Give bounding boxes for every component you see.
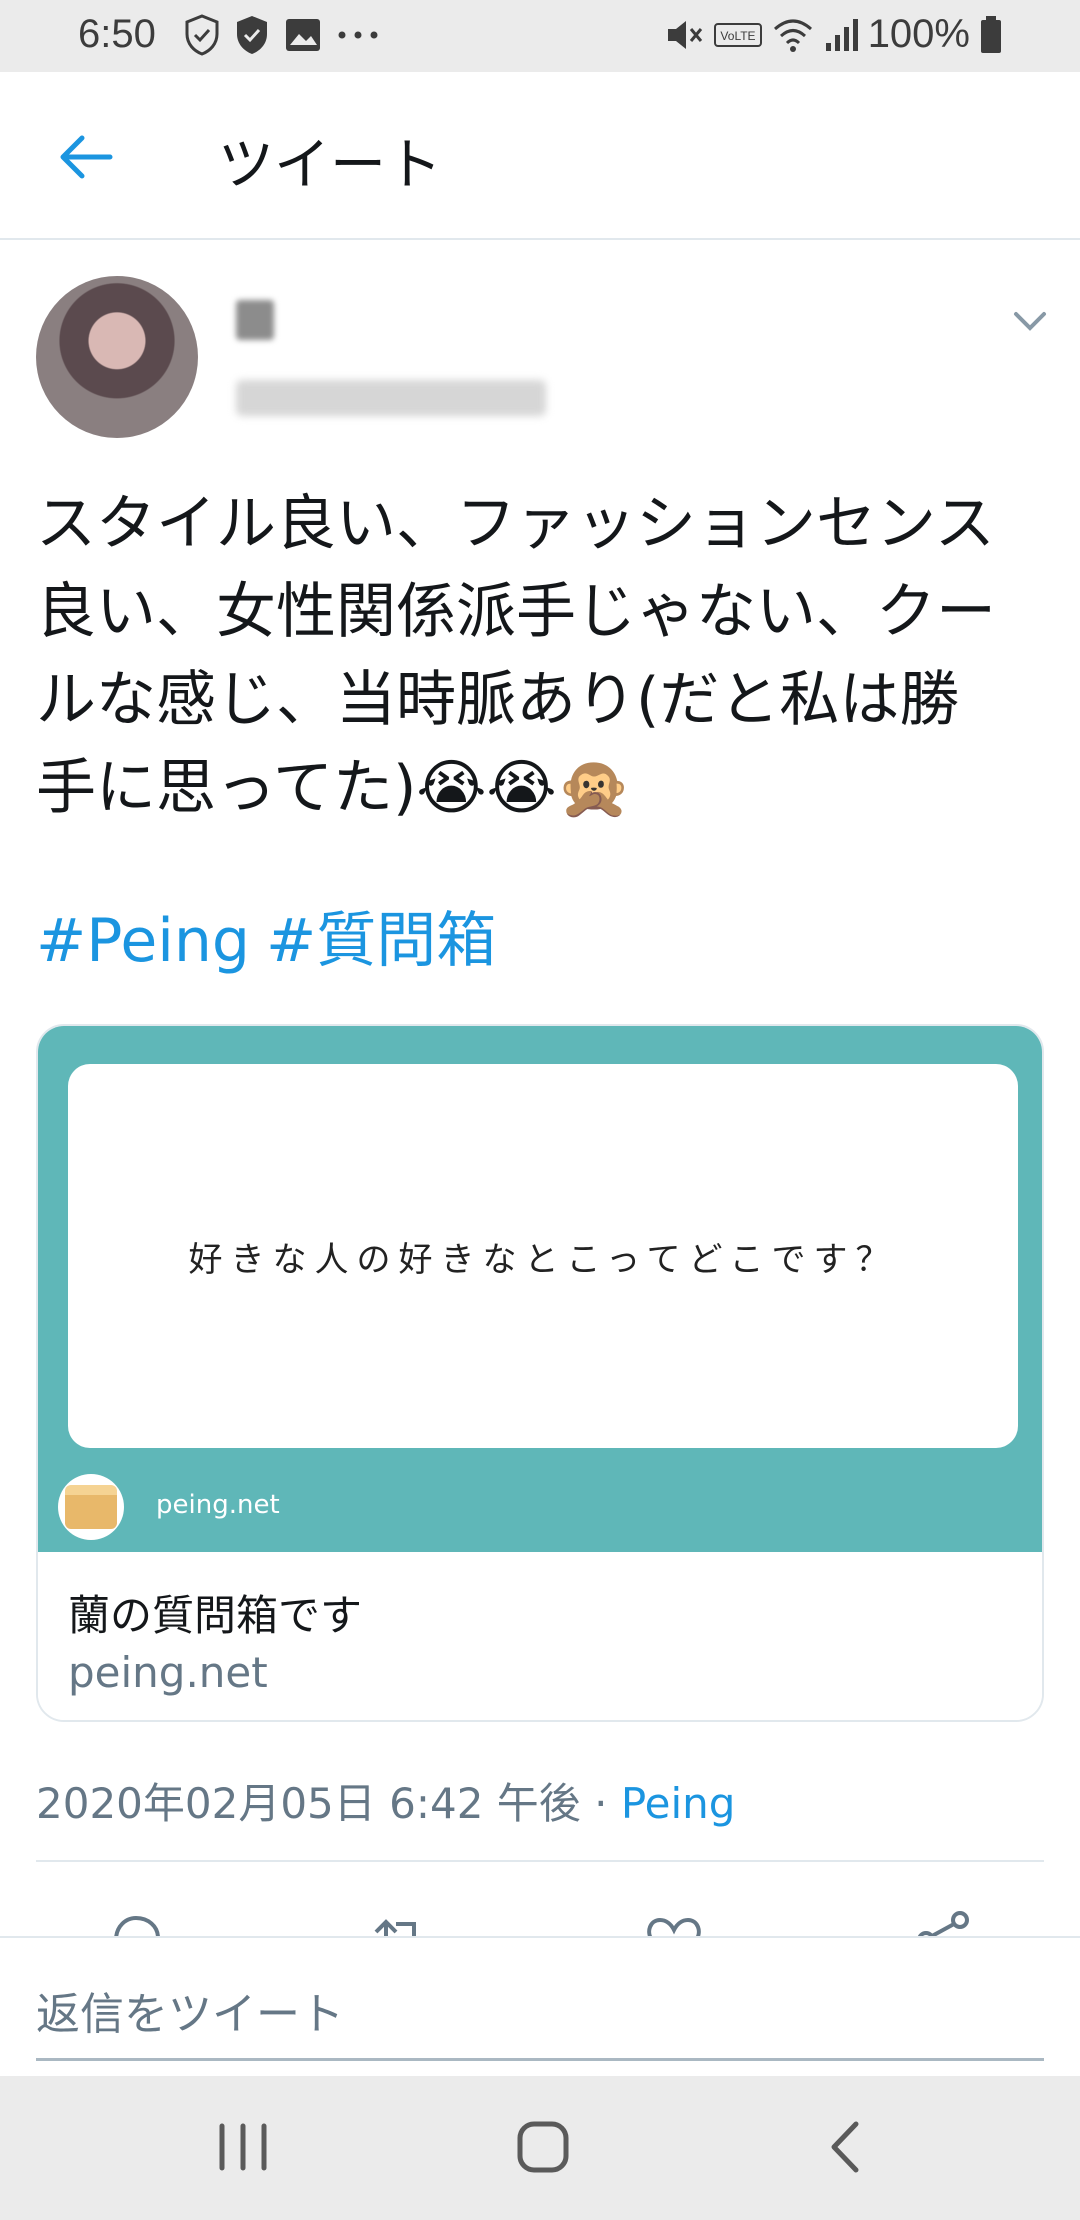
hashtags: #Peing #質問箱 bbox=[36, 892, 512, 979]
share-icon[interactable] bbox=[914, 1910, 974, 1936]
card-question-box: 好きな人の好きなとこってどこです？ bbox=[68, 1064, 1018, 1448]
link-card[interactable]: 好きな人の好きなとこってどこです？ peing.net 蘭の質問箱です pein… bbox=[36, 1024, 1044, 1722]
card-image-site: peing.net bbox=[156, 1490, 280, 1520]
svg-text:VoLTE: VoLTE bbox=[720, 29, 755, 43]
card-title: 蘭の質問箱です bbox=[68, 1591, 363, 1640]
system-nav-bar bbox=[0, 2076, 1080, 2220]
avatar[interactable] bbox=[36, 276, 198, 438]
recent-apps-icon[interactable] bbox=[208, 2112, 278, 2182]
tweet-text: スタイル良い、ファッションセンス 良い、女性関係派手じゃない、クー ルな感じ、当… bbox=[36, 489, 996, 823]
status-right-icons: VoLTE 100% bbox=[664, 12, 1002, 57]
top-app-bar: ツイート bbox=[0, 72, 1080, 240]
page-title: ツイート bbox=[218, 133, 442, 198]
divider bbox=[36, 1860, 1044, 1862]
mute-icon bbox=[667, 20, 702, 49]
back-nav-icon[interactable] bbox=[812, 2112, 882, 2182]
more-dots-icon bbox=[338, 31, 378, 39]
shield-check-icon bbox=[185, 14, 219, 56]
card-image[interactable]: 好きな人の好きなとこってどこです？ peing.net bbox=[38, 1026, 1042, 1552]
image-icon bbox=[286, 19, 320, 51]
card-question-text: 好きな人の好きなとこってどこです？ bbox=[188, 1239, 898, 1280]
volte-icon: VoLTE bbox=[713, 22, 762, 47]
heart-icon[interactable] bbox=[644, 1910, 704, 1936]
battery-icon bbox=[981, 15, 1001, 53]
reply-underline bbox=[36, 2058, 1044, 2061]
timestamp-text: 2020年02月05日 6:42 午後 · bbox=[36, 1779, 621, 1828]
card-meta[interactable]: 蘭の質問箱です peing.net bbox=[38, 1552, 1042, 1720]
reply-bar: 返信をツイート bbox=[0, 1936, 1080, 2076]
chevron-down-icon[interactable] bbox=[1010, 306, 1050, 336]
card-domain: peing.net bbox=[68, 1648, 268, 1697]
author-display-name[interactable] bbox=[236, 300, 274, 340]
peing-box-icon bbox=[58, 1474, 124, 1540]
wifi-icon bbox=[773, 19, 812, 52]
tweet-actions bbox=[0, 1896, 1080, 1936]
status-bar: 6:50 VoLTE 100% bbox=[0, 0, 1080, 72]
status-time: 6:50 bbox=[78, 12, 156, 56]
reply-icon[interactable] bbox=[106, 1910, 166, 1936]
shield-icon bbox=[237, 16, 267, 54]
author-handle[interactable] bbox=[236, 380, 546, 416]
source-link[interactable]: Peing bbox=[621, 1779, 736, 1828]
retweet-icon[interactable] bbox=[370, 1910, 430, 1936]
back-arrow-icon[interactable] bbox=[50, 122, 120, 192]
hashtag-link[interactable]: #Peing bbox=[36, 906, 250, 976]
status-left-icons bbox=[184, 14, 380, 56]
home-icon[interactable] bbox=[508, 2112, 578, 2182]
battery-percent: 100% bbox=[867, 12, 970, 56]
signal-icon bbox=[825, 18, 858, 51]
reply-input[interactable]: 返信をツイート bbox=[36, 1978, 344, 2042]
hashtag-link[interactable]: #質問箱 bbox=[266, 906, 496, 976]
tweet-timestamp: 2020年02月05日 6:42 午後 · Peing bbox=[36, 1770, 735, 1831]
